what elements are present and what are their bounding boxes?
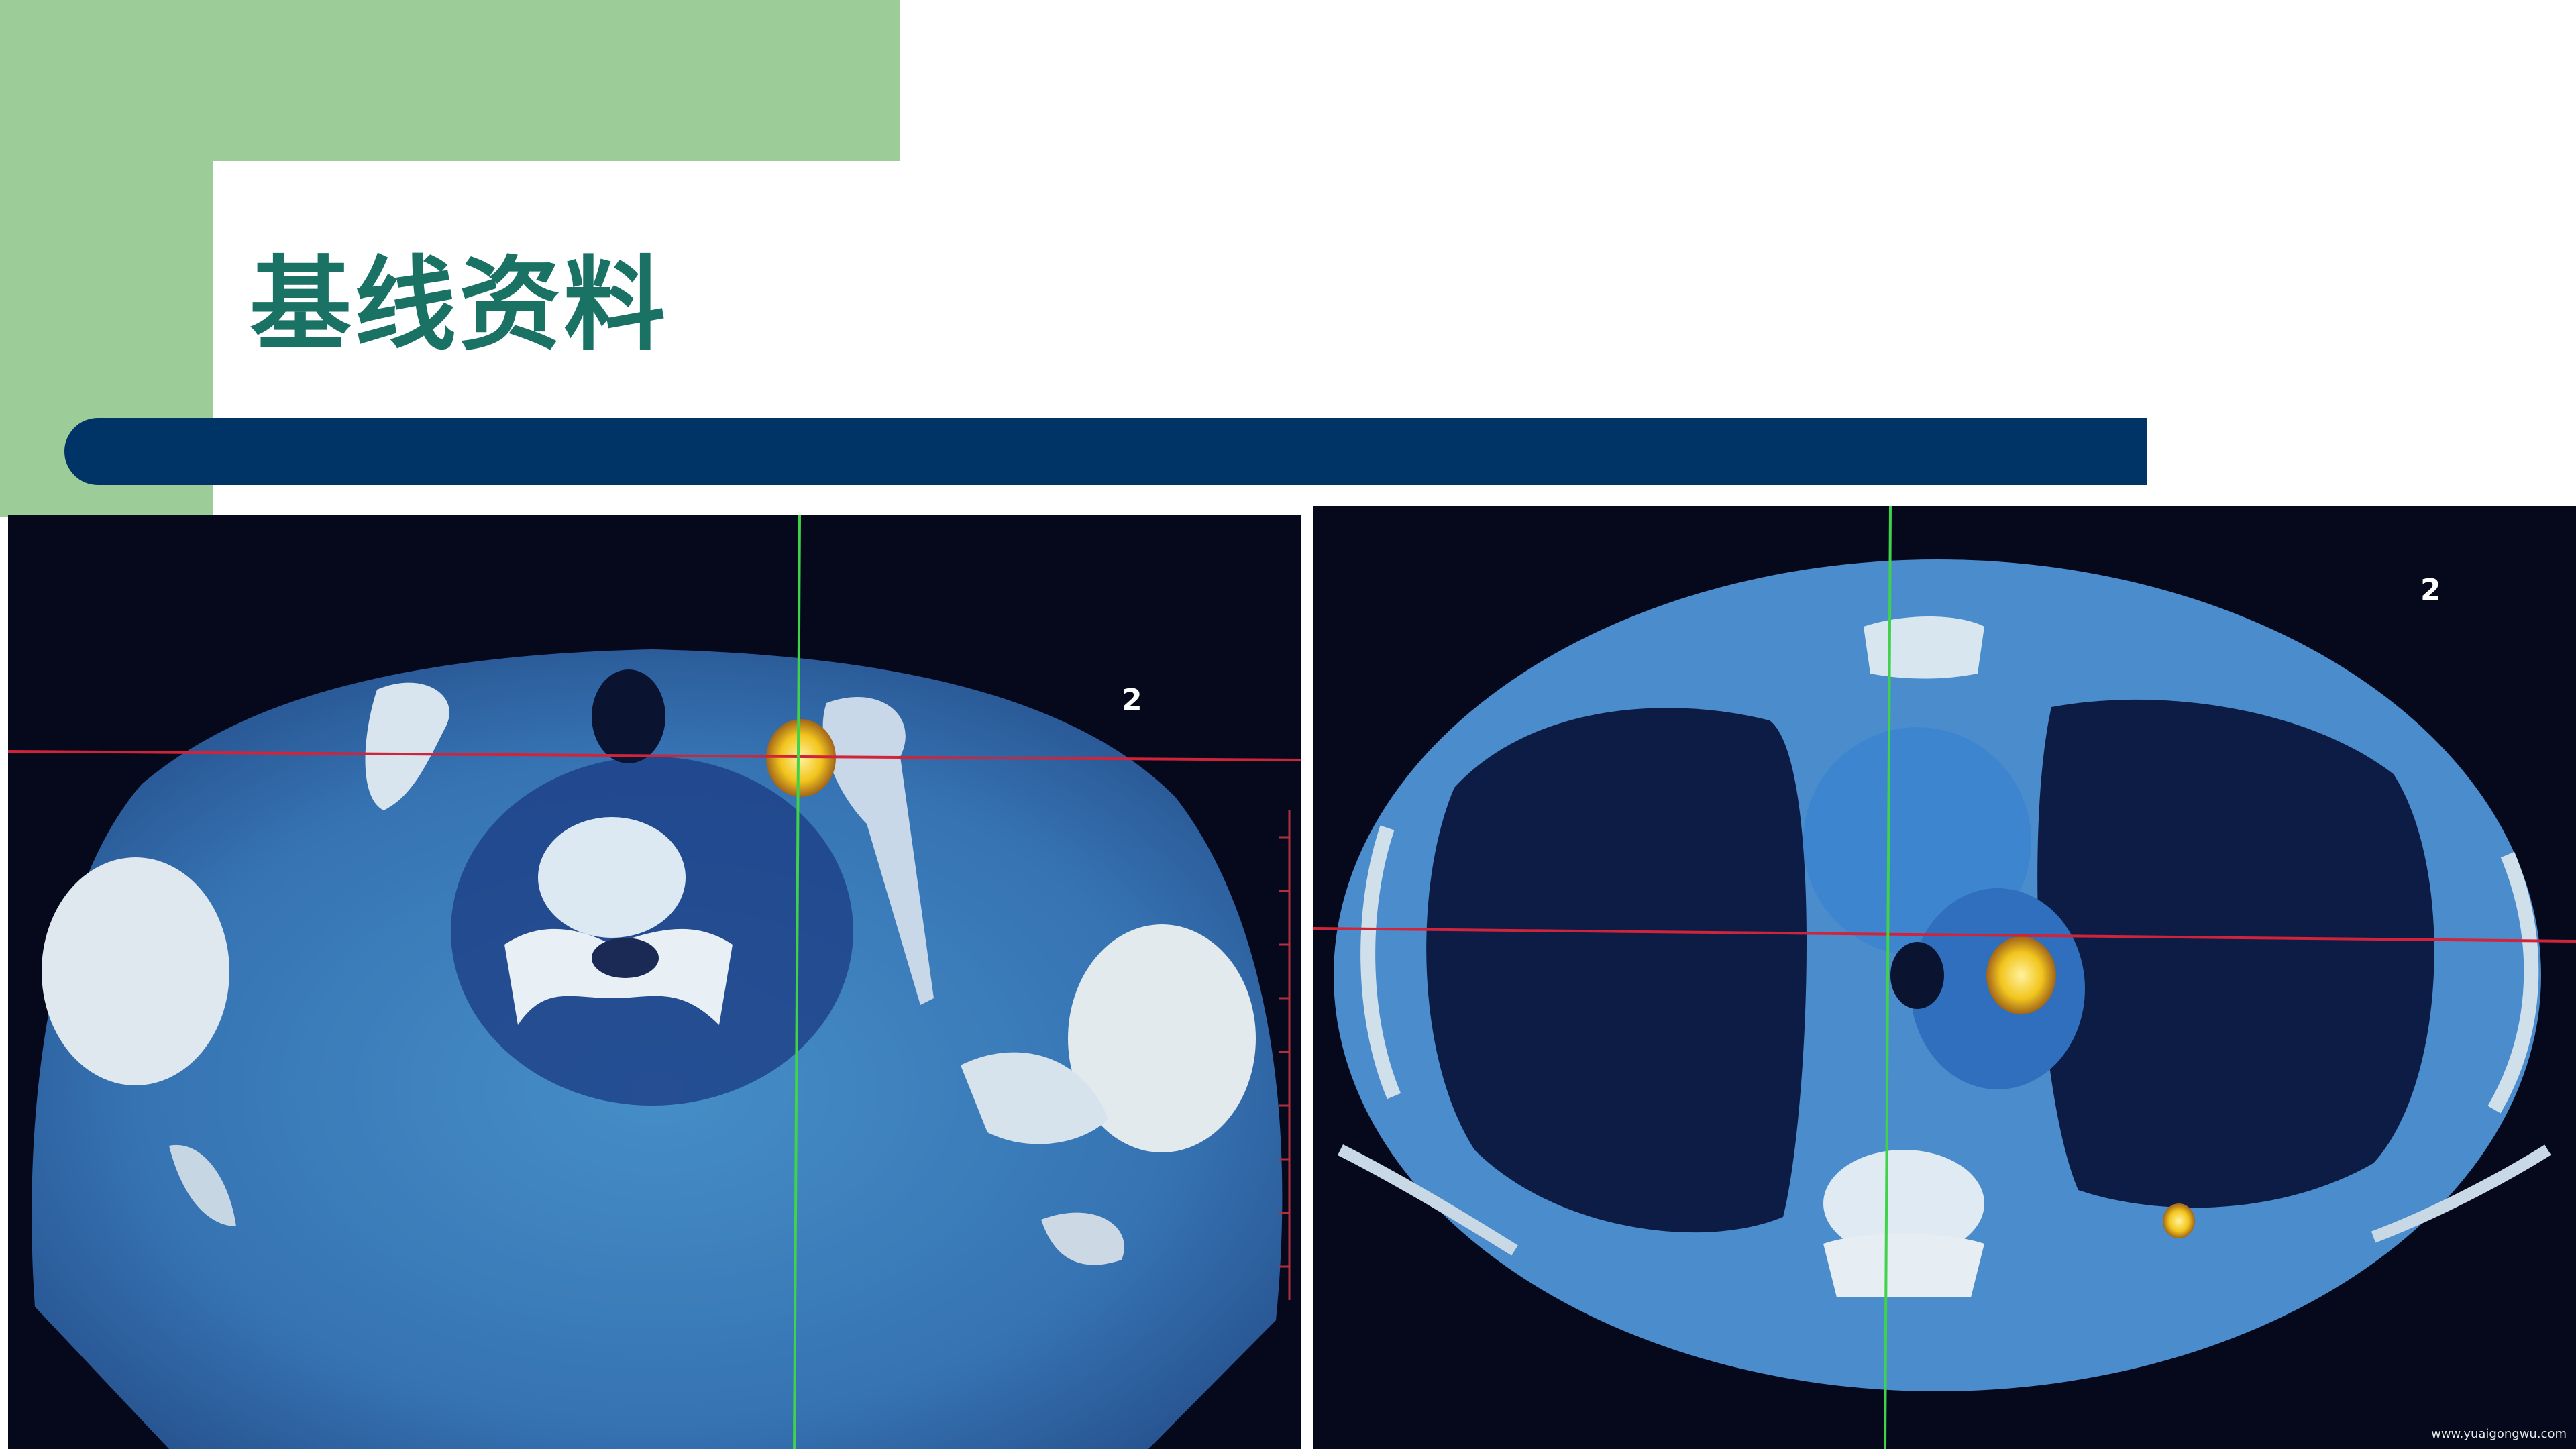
image-divider xyxy=(1301,515,1313,1449)
pet-ct-image-right: 2 www.yuaigongwu.com xyxy=(1313,506,2576,1449)
uptake-hotspot-right-small xyxy=(2163,1203,2195,1238)
lung-left xyxy=(2037,699,2434,1208)
lung-right xyxy=(1426,708,1807,1233)
title-underline-bar xyxy=(64,418,2147,485)
slice-label-left: 2 xyxy=(1122,683,1142,717)
slide-title: 基线资料 xyxy=(250,244,668,364)
uptake-hotspot-right-main xyxy=(1986,936,2056,1014)
pet-ct-image-left: 2 xyxy=(8,515,1301,1449)
slice-label-right: 2 xyxy=(2420,573,2441,607)
watermark-text: www.yuaigongwu.com xyxy=(2431,1427,2567,1441)
